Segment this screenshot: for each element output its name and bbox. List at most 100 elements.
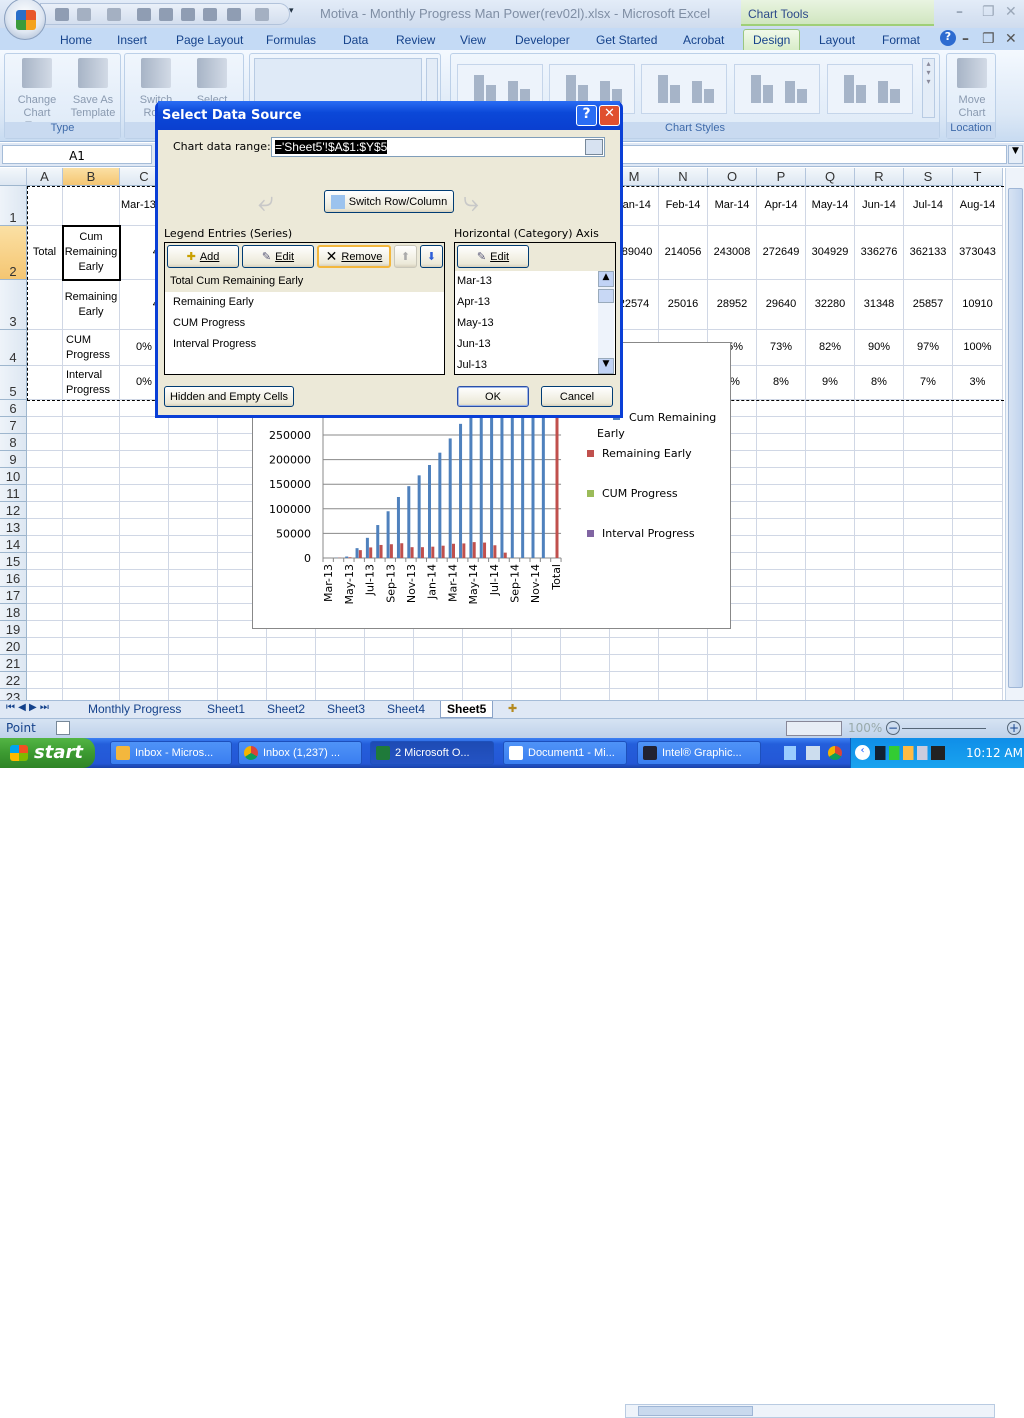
cell-E20[interactable] xyxy=(218,638,267,655)
cell-Q8[interactable] xyxy=(806,434,855,451)
cell-B15[interactable] xyxy=(63,553,120,570)
cell-N20[interactable] xyxy=(659,638,708,655)
bar-cum-remaining-early[interactable] xyxy=(397,497,400,558)
bar-remaining-early[interactable] xyxy=(493,545,496,558)
cell-T6[interactable] xyxy=(953,400,1003,417)
save-as-template-button[interactable]: Save AsTemplate xyxy=(67,58,119,120)
cell-N23[interactable] xyxy=(659,689,708,700)
bar-remaining-early[interactable] xyxy=(349,557,352,558)
tab-view[interactable]: View xyxy=(460,33,486,47)
calculator-icon[interactable] xyxy=(203,8,217,21)
cell-S22[interactable] xyxy=(904,672,953,689)
cell-M23[interactable] xyxy=(610,689,659,700)
cell-D18[interactable] xyxy=(169,604,218,621)
cell-B23[interactable] xyxy=(63,689,120,700)
start-button[interactable]: start xyxy=(0,738,95,768)
cell-P5[interactable]: 8% xyxy=(757,366,806,400)
column-header[interactable]: P xyxy=(757,168,806,186)
cell-T8[interactable] xyxy=(953,434,1003,451)
cell-C21[interactable] xyxy=(120,655,169,672)
cell-A6[interactable] xyxy=(27,400,63,417)
bar-remaining-early[interactable] xyxy=(369,547,372,558)
cell-D11[interactable] xyxy=(169,485,218,502)
cell-R2[interactable]: 336276 xyxy=(855,226,904,280)
row-header[interactable]: 8 xyxy=(0,434,27,451)
row-header[interactable]: 20 xyxy=(0,638,27,655)
cell-L23[interactable] xyxy=(561,689,610,700)
cell-Q19[interactable] xyxy=(806,621,855,638)
tab-format[interactable]: Format xyxy=(882,33,920,47)
tab-layout[interactable]: Layout xyxy=(819,33,855,47)
cell-T17[interactable] xyxy=(953,587,1003,604)
sheet-tab-sheet4[interactable]: Sheet4 xyxy=(381,701,431,718)
cell-D13[interactable] xyxy=(169,519,218,536)
row-header[interactable]: 4 xyxy=(0,330,27,366)
cell-T21[interactable] xyxy=(953,655,1003,672)
edit-axis-labels-button[interactable]: ✎Edit xyxy=(457,245,529,268)
add-series-button[interactable]: ✚Add xyxy=(167,245,239,268)
cell-J23[interactable] xyxy=(463,689,512,700)
bar-remaining-early[interactable] xyxy=(421,547,424,558)
help-icon[interactable]: ? xyxy=(576,105,597,126)
cell-C22[interactable] xyxy=(120,672,169,689)
cell-Q15[interactable] xyxy=(806,553,855,570)
row-header[interactable]: 19 xyxy=(0,621,27,638)
bar-cum-remaining-early[interactable] xyxy=(376,525,379,558)
cell-A1[interactable] xyxy=(27,186,63,226)
restore-icon[interactable]: ❐ xyxy=(982,4,995,20)
cell-S13[interactable] xyxy=(904,519,953,536)
cell-T5[interactable]: 3% xyxy=(953,366,1003,400)
cell-Q9[interactable] xyxy=(806,451,855,468)
tray-icons[interactable] xyxy=(875,746,945,760)
cell-Q7[interactable] xyxy=(806,417,855,434)
column-header[interactable]: S xyxy=(904,168,953,186)
bar-cum-remaining-early[interactable] xyxy=(428,465,431,558)
row-header[interactable]: 5 xyxy=(0,366,27,400)
cell-B8[interactable] xyxy=(63,434,120,451)
cell-T9[interactable] xyxy=(953,451,1003,468)
cell-Q2[interactable]: 304929 xyxy=(806,226,855,280)
cell-B9[interactable] xyxy=(63,451,120,468)
select-all-corner[interactable] xyxy=(0,168,27,186)
bar-cum-remaining-early[interactable] xyxy=(438,453,441,558)
cell-S18[interactable] xyxy=(904,604,953,621)
cell-B14[interactable] xyxy=(63,536,120,553)
cell-I20[interactable] xyxy=(414,638,463,655)
cell-O1[interactable]: Mar-14 xyxy=(708,186,757,226)
cell-Q22[interactable] xyxy=(806,672,855,689)
cell-A9[interactable] xyxy=(27,451,63,468)
column-header[interactable]: R xyxy=(855,168,904,186)
cell-B5[interactable]: Interval Progress xyxy=(63,366,120,400)
bar-remaining-early[interactable] xyxy=(400,543,403,558)
cell-R4[interactable]: 90% xyxy=(855,330,904,366)
macro-record-icon[interactable] xyxy=(56,721,70,735)
bar-cum-remaining-early[interactable] xyxy=(459,424,462,558)
row-header[interactable]: 7 xyxy=(0,417,27,434)
cell-L21[interactable] xyxy=(561,655,610,672)
cell-S8[interactable] xyxy=(904,434,953,451)
cell-F22[interactable] xyxy=(267,672,316,689)
cell-K20[interactable] xyxy=(512,638,561,655)
cell-D19[interactable] xyxy=(169,621,218,638)
cell-R23[interactable] xyxy=(855,689,904,700)
cell-B12[interactable] xyxy=(63,502,120,519)
cell-R7[interactable] xyxy=(855,417,904,434)
cell-P18[interactable] xyxy=(757,604,806,621)
cell-A16[interactable] xyxy=(27,570,63,587)
cell-Q6[interactable] xyxy=(806,400,855,417)
cell-C20[interactable] xyxy=(120,638,169,655)
cell-Q11[interactable] xyxy=(806,485,855,502)
cell-P20[interactable] xyxy=(757,638,806,655)
cell-S17[interactable] xyxy=(904,587,953,604)
row-header[interactable]: 6 xyxy=(0,400,27,417)
cell-P12[interactable] xyxy=(757,502,806,519)
cell-R17[interactable] xyxy=(855,587,904,604)
column-header[interactable]: Q xyxy=(806,168,855,186)
chart-style-thumb[interactable] xyxy=(734,64,820,114)
row-header[interactable]: 2 xyxy=(0,226,27,280)
cell-T1[interactable]: Aug-14 xyxy=(953,186,1003,226)
cell-R16[interactable] xyxy=(855,570,904,587)
cell-D14[interactable] xyxy=(169,536,218,553)
workbook-close-icon[interactable]: ✕ xyxy=(1005,31,1017,47)
save-icon[interactable] xyxy=(55,8,69,21)
